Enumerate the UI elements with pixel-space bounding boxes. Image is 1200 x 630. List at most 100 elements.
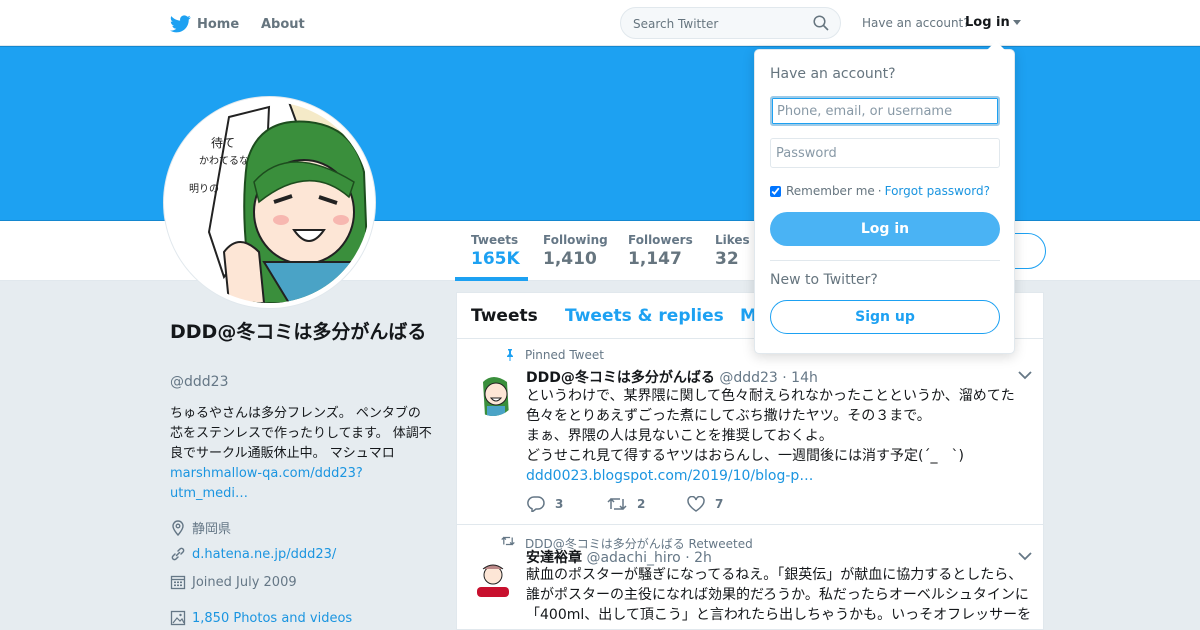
tab-tweets-replies[interactable]: Tweets & replies [565,306,724,326]
tweet-item[interactable]: Pinned Tweet DDD@冬コミは多分がんばる @ddd23 · 14h… [457,339,1043,525]
about-link[interactable]: About [261,14,305,34]
tweet-avatar-image [469,555,517,603]
svg-text:明りの: 明りの [189,183,219,195]
image-icon [170,610,186,626]
profile-handle[interactable]: @ddd23 [170,374,228,390]
stat-label: Tweets [471,233,519,247]
active-stat-underline [455,277,528,281]
login-button[interactable]: Log in [770,212,1000,246]
tab-tweets[interactable]: Tweets [471,306,538,326]
separator-dot: · [877,184,882,198]
have-account-text: Have an account? [862,16,970,30]
stat-following[interactable]: Following 1,410 [543,233,608,269]
pin-icon [507,349,513,361]
login-label: Log in [965,15,1010,30]
tweet-line: まぁ、界隈の人は見ないことを推奨しておくよ。 [526,428,833,444]
search-input[interactable] [633,14,808,34]
username-field[interactable] [770,96,1000,126]
remember-label[interactable]: Remember me [786,184,875,198]
stat-value: 165K [471,249,520,269]
profile-bio: ちゅるやさんは多分フレンズ。 ペンタブの芯をステンレスで作ったりしてます。 体調… [170,404,432,504]
link-icon [171,547,185,561]
login-dropdown-toggle[interactable]: Log in [965,15,1021,30]
tweet-header: DDD@冬コミは多分がんばる @ddd23 · 14h [526,367,818,387]
location-text: 静岡県 [192,522,232,537]
profile-location: 静岡県 [170,518,231,537]
remember-checkbox[interactable] [770,185,781,197]
joined-text: Joined July 2009 [192,574,297,590]
tweet-author-handle[interactable]: @ddd23 [719,370,777,386]
bio-link[interactable]: marshmallow-qa.com/ddd23?utm_medi… [170,466,363,501]
retweet-icon [607,497,627,511]
avatar-illustration: 待て かわてるな 明りの [169,102,370,303]
profile-website: d.hatena.ne.jp/ddd23/ [170,546,336,562]
tweet-author-handle[interactable]: @adachi_hiro [586,550,680,566]
divider [770,260,1000,261]
tweet-line: 色々をとりあえずごった煮にしてぶち撒けたヤツ。その３まで。 [526,408,931,424]
tweet-avatar[interactable] [469,368,517,416]
dropdown-title: Have an account? [770,66,896,82]
stat-followers[interactable]: Followers 1,147 [628,233,693,269]
chevron-down-icon[interactable] [1018,551,1032,561]
stat-label: Likes [715,233,750,247]
profile-avatar[interactable]: 待て かわてるな 明りの [164,97,375,308]
tweet-item[interactable]: DDD@冬コミは多分がんばる Retweeted 安達裕章 @adachi_hi… [457,525,1043,629]
dropdown-arrow [987,41,1005,50]
reply-action[interactable]: 3 [527,496,607,512]
profile-name[interactable]: DDD@冬コミは多分がんばる [170,318,440,346]
tweet-avatar-image [469,368,517,416]
calendar-icon [170,575,186,590]
stat-value: 1,410 [543,249,597,269]
stat-value: 1,147 [628,249,682,269]
forgot-password-link[interactable]: Forgot password? [885,184,990,198]
tweet-line: 献血のポスターが騒ぎになってるねえ。「銀英伝」が献血に協力するとしたら、 [526,567,1023,583]
stat-label: Followers [628,233,693,247]
caret-down-icon [1012,20,1021,25]
search-box [620,7,841,39]
location-pin-icon [172,519,184,536]
tweet-line: というわけで、某界隈に関して色々耐えられなかったことというか、溜めてた [526,388,1015,404]
photos-link[interactable]: 1,850 Photos and videos [192,611,352,626]
tweet-actions: 3 2 7 [527,496,767,512]
home-link[interactable]: Home [170,14,239,34]
retweet-count: 2 [637,497,646,511]
chevron-down-icon[interactable] [1018,370,1032,380]
signup-button[interactable]: Sign up [770,300,1000,334]
reply-icon [527,496,545,512]
tweet-text: というわけで、某界隈に関して色々耐えられなかったことというか、溜めてた 色々をと… [526,386,1034,486]
svg-text:待て: 待て [211,136,235,150]
tweet-line: 「400ml、出して頂こう」と言われたら出しちゃうかも。いっそオフレッサーを [526,607,1032,623]
tweet-author-name[interactable]: DDD@冬コミは多分がんばる [526,370,715,386]
password-field[interactable] [770,138,1000,168]
tweet-author-name[interactable]: 安達裕章 [526,550,582,566]
tweet-line: どうせこれ見て得するヤツはおらんし、一週間後には消す予定(´_ `) [526,448,964,464]
tweet-context: Pinned Tweet [507,348,604,362]
profile-joined: Joined July 2009 [170,574,297,590]
stat-tweets[interactable]: Tweets 165K [471,233,520,269]
stat-value: 32 [715,249,739,269]
tweet-avatar[interactable] [469,555,517,603]
login-dropdown: Have an account? Remember me · Forgot pa… [754,41,1015,354]
twitter-bird-icon [170,15,191,33]
tweet-time[interactable]: · 14h [782,370,818,386]
tweet-time[interactable]: · 2h [685,550,712,566]
stat-label: Following [543,233,608,247]
like-action[interactable]: 7 [687,496,767,512]
heart-icon [687,496,705,512]
tweet-header: 安達裕章 @adachi_hiro · 2h [526,547,712,567]
stat-likes[interactable]: Likes 32 [715,233,750,269]
home-label: Home [197,16,240,32]
new-to-twitter-text: New to Twitter? [770,272,878,288]
search-icon[interactable] [813,15,829,31]
retweet-action[interactable]: 2 [607,496,687,512]
retweet-icon [501,536,515,546]
tweet-link[interactable]: ddd0023.blogspot.com/2019/10/blog-p… [526,468,813,484]
tweet-text: 献血のポスターが騒ぎになってるねえ。「銀英伝」が献血に協力するとしたら、 誰がポ… [526,565,1036,625]
reply-count: 3 [555,497,564,511]
tweet-line: 誰がポスターの主役になれば効果的だろうか。私だったらオーベルシュタインに [526,587,1029,603]
tweet-context-text: Pinned Tweet [525,348,604,362]
website-link[interactable]: d.hatena.ne.jp/ddd23/ [192,547,336,562]
remember-row: Remember me · Forgot password? [770,184,990,198]
like-count: 7 [715,497,724,511]
profile-photos: 1,850 Photos and videos [170,610,352,626]
